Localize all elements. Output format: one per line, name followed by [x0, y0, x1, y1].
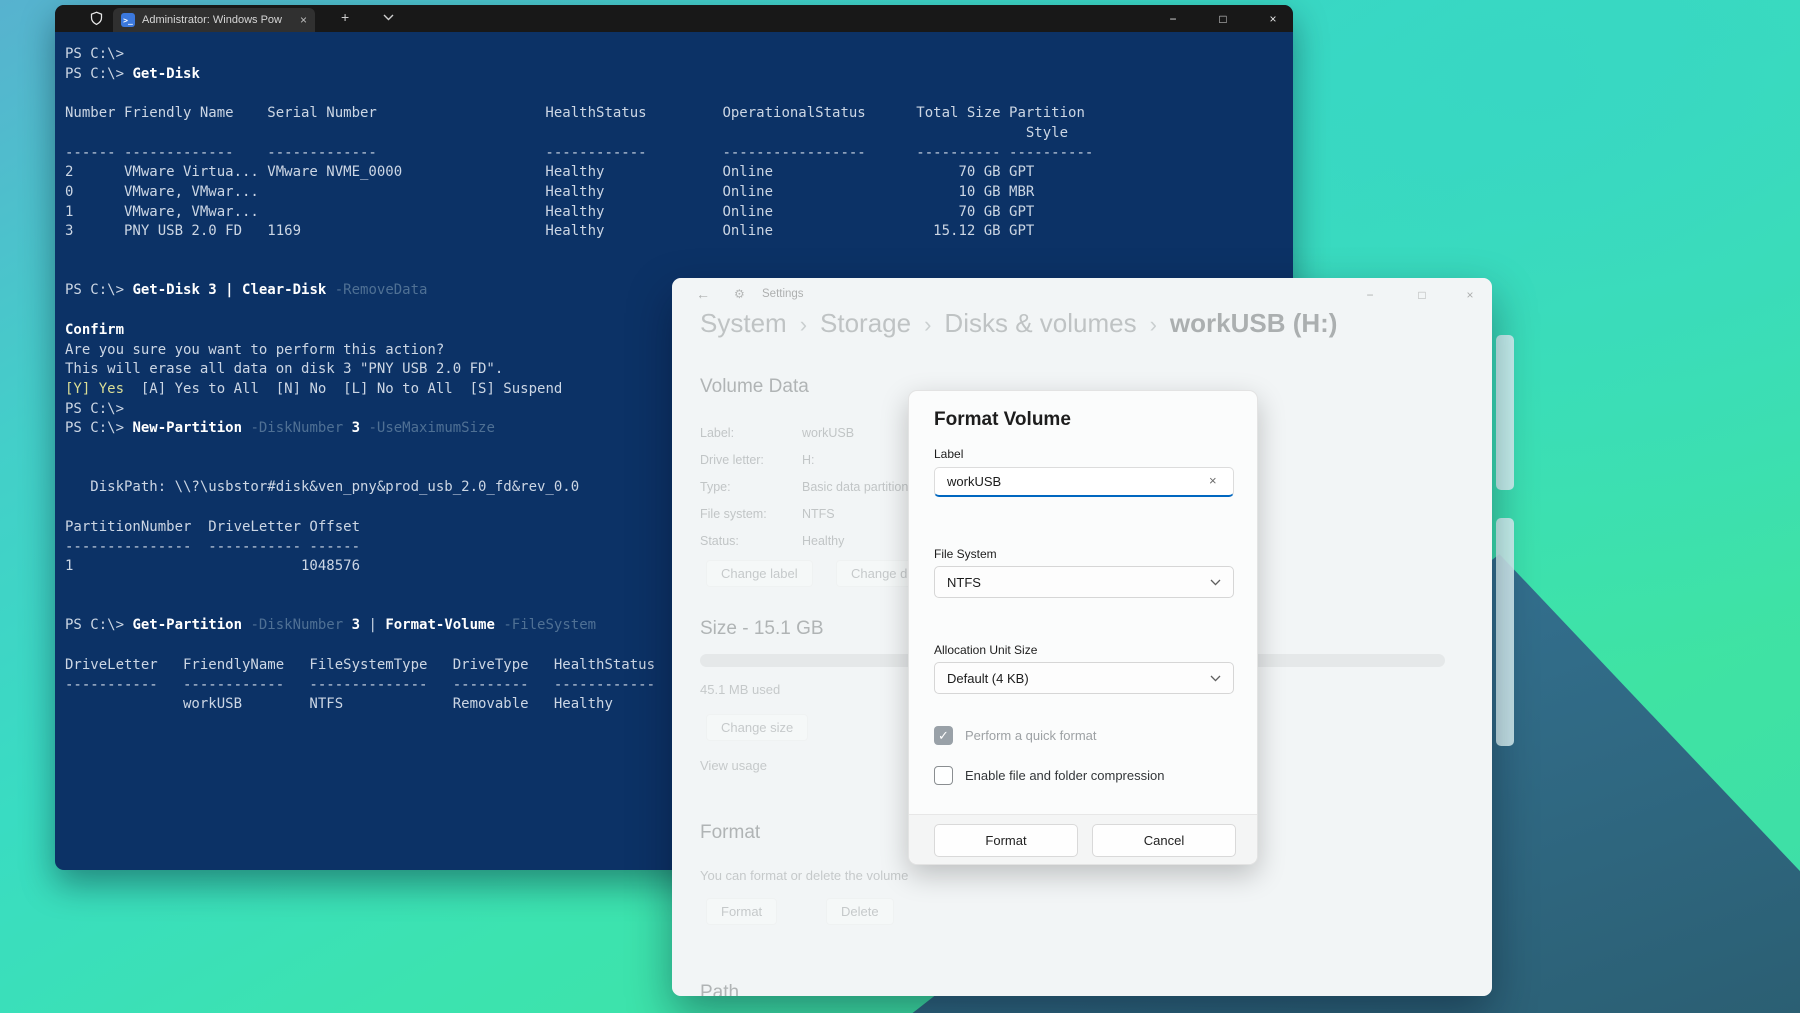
dialog-title: Format Volume	[934, 409, 1071, 430]
tab-dropdown-icon[interactable]	[383, 13, 394, 21]
chevron-down-icon	[1210, 675, 1221, 682]
chevron-down-icon	[1210, 579, 1221, 586]
terminal-tab[interactable]: >_ Administrator: Windows Pow ×	[113, 8, 315, 32]
dialog-format-button[interactable]: Format	[934, 824, 1078, 857]
terminal-close-button[interactable]: ×	[1251, 5, 1295, 32]
desktop: >_ Administrator: Windows Pow × + − □ × …	[0, 0, 1800, 1013]
powershell-icon: >_	[121, 13, 135, 27]
allocation-unit-label: Allocation Unit Size	[934, 643, 1038, 657]
compression-checkbox[interactable]	[934, 766, 953, 785]
terminal-titlebar: >_ Administrator: Windows Pow × + − □ ×	[55, 5, 1293, 32]
admin-shield-icon	[90, 11, 103, 26]
new-tab-button[interactable]: +	[341, 9, 349, 25]
clear-input-icon[interactable]: ×	[1209, 473, 1217, 488]
quick-format-label: Perform a quick format	[965, 728, 1097, 743]
terminal-line: 0 VMware, VMwar... Healthy Online 10 GB …	[65, 183, 1035, 200]
label-input[interactable]	[934, 467, 1234, 497]
terminal-line: ------ ------------- ------------- -----…	[65, 144, 1094, 161]
terminal-line: PS C:\>	[65, 46, 125, 62]
terminal-maximize-button[interactable]: □	[1201, 5, 1245, 32]
dialog-cancel-button[interactable]: Cancel	[1092, 824, 1236, 857]
allocation-unit-dropdown[interactable]: Default (4 KB)	[934, 662, 1234, 694]
wallpaper-strip	[1496, 335, 1514, 490]
dialog-footer: Format Cancel	[909, 814, 1257, 864]
terminal-line: Number Friendly Name Serial Number Healt…	[65, 105, 1085, 122]
file-system-value: NTFS	[947, 574, 981, 590]
compression-label: Enable file and folder compression	[965, 768, 1165, 783]
quick-format-row: ✓ Perform a quick format	[934, 726, 1097, 745]
terminal-line: PS C:\> Get-Disk	[65, 65, 200, 82]
file-system-label: File System	[934, 547, 997, 561]
label-field-label: Label	[934, 447, 964, 461]
settings-window: ← ⚙ Settings − □ × System › Storage › Di…	[672, 278, 1492, 996]
format-volume-dialog: Format Volume Label × File System NTFS A…	[908, 390, 1258, 865]
terminal-line: Style	[65, 124, 1069, 141]
allocation-unit-value: Default (4 KB)	[947, 670, 1029, 686]
terminal-tab-title: Administrator: Windows Pow	[142, 14, 282, 26]
file-system-dropdown[interactable]: NTFS	[934, 566, 1234, 598]
terminal-line: 3 PNY USB 2.0 FD 1169 Healthy Online 15.…	[65, 223, 1035, 240]
tab-close-icon[interactable]: ×	[300, 13, 307, 27]
wallpaper-strip	[1496, 518, 1514, 746]
quick-format-checkbox: ✓	[934, 726, 953, 745]
terminal-line: 2 VMware Virtua... VMware NVME_0000 Heal…	[65, 164, 1035, 181]
compression-row: Enable file and folder compression	[934, 766, 1164, 785]
terminal-line: 1 VMware, VMwar... Healthy Online 70 GB …	[65, 203, 1035, 220]
terminal-minimize-button[interactable]: −	[1151, 5, 1195, 32]
